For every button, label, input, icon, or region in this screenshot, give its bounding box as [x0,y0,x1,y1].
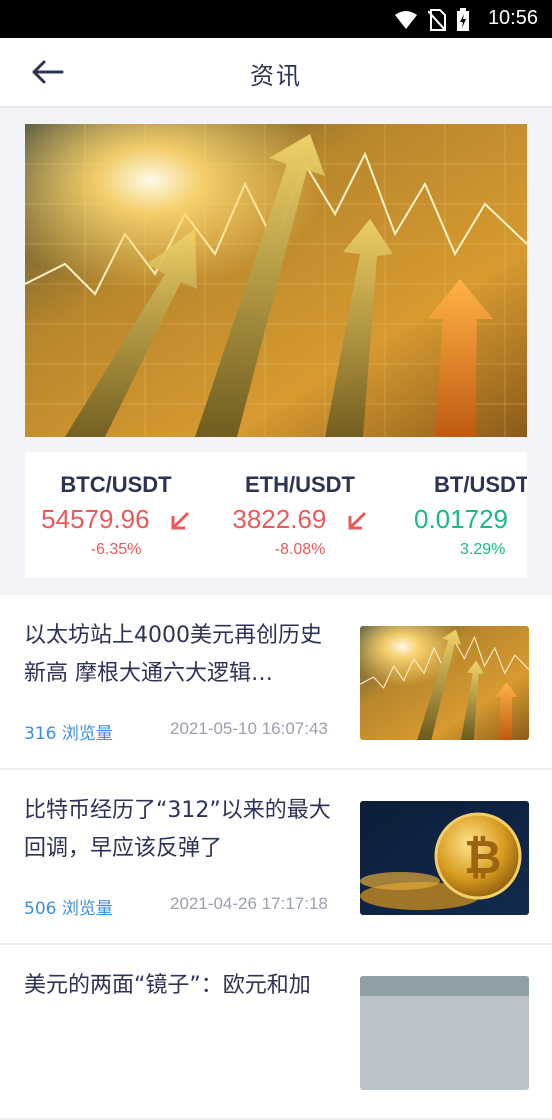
no-sim-icon [428,9,446,31]
status-time: 10:56 [487,7,538,29]
banner-image[interactable] [25,124,527,437]
news-thumbnail [360,626,529,740]
ticker-price-row: 0.01729 [389,504,527,535]
rising-chart-arrows-image [25,124,527,437]
news-views: 316 浏览量 [24,724,113,744]
app-header: 资讯 [0,38,552,108]
ticker-change: -8.08% [274,541,326,558]
ticker-price-row: 54579.96 [25,504,216,535]
status-icons [394,8,470,32]
ticker-item-bt[interactable]: BT/USDT 0.01729 3.29% [389,452,527,559]
news-date: 2021-05-10 16:07:43 [170,719,328,738]
svg-text:₿: ₿ [464,830,502,884]
news-thumbnail: ₿ [360,801,529,915]
news-item[interactable]: 美元的两面“镜子”：欧元和加 [0,945,552,1120]
news-thumbnail [360,976,529,1090]
news-title: 以太坊站上4000美元再创历史新高 摩根大通六大逻辑… [24,623,322,686]
ticker-pair: ETH/USDT [245,472,355,497]
ticker-price-row: 3822.69 [200,504,400,535]
battery-charging-icon [457,8,469,31]
news-views: 506 浏览量 [24,899,113,919]
status-bar: 10:56 [0,0,552,38]
news-title: 美元的两面“镜子”：欧元和加 [24,973,311,998]
ticker-price: 3822.69 [232,504,327,534]
ticker-price: 0.01729 [414,504,508,534]
news-item[interactable]: 以太坊站上4000美元再创历史新高 摩根大通六大逻辑… 316 浏览量 2021… [0,595,552,770]
down-arrow-icon [171,512,189,530]
news-date: 2021-04-26 17:17:18 [170,894,328,913]
wifi-icon [395,11,417,29]
chart-arrows-thumbnail [360,626,529,740]
ticker-item-eth[interactable]: ETH/USDT 3822.69 -8.08% [200,452,400,559]
ticker-price: 54579.96 [41,504,150,534]
down-arrow-icon [348,512,366,530]
bitcoin-coin-thumbnail: ₿ [360,801,529,915]
ticker-change: 3.29% [460,541,506,558]
news-item[interactable]: 比特币经历了“312”以来的最大回调，早应该反弹了 506 浏览量 2021-0… [0,770,552,945]
ticker-pair: BTC/USDT [60,472,172,497]
ticker-pair: BT/USDT [434,472,527,497]
page-title: 资讯 [250,62,302,90]
ticker-item-btc[interactable]: BTC/USDT 54579.96 -6.35% [25,452,216,559]
banknotes-thumbnail [360,976,529,1090]
news-title: 比特币经历了“312”以来的最大回调，早应该反弹了 [24,798,331,861]
ticker-change: -6.35% [90,541,142,558]
price-ticker: BTC/USDT 54579.96 -6.35% ETH/USDT 3822.6… [25,452,527,578]
